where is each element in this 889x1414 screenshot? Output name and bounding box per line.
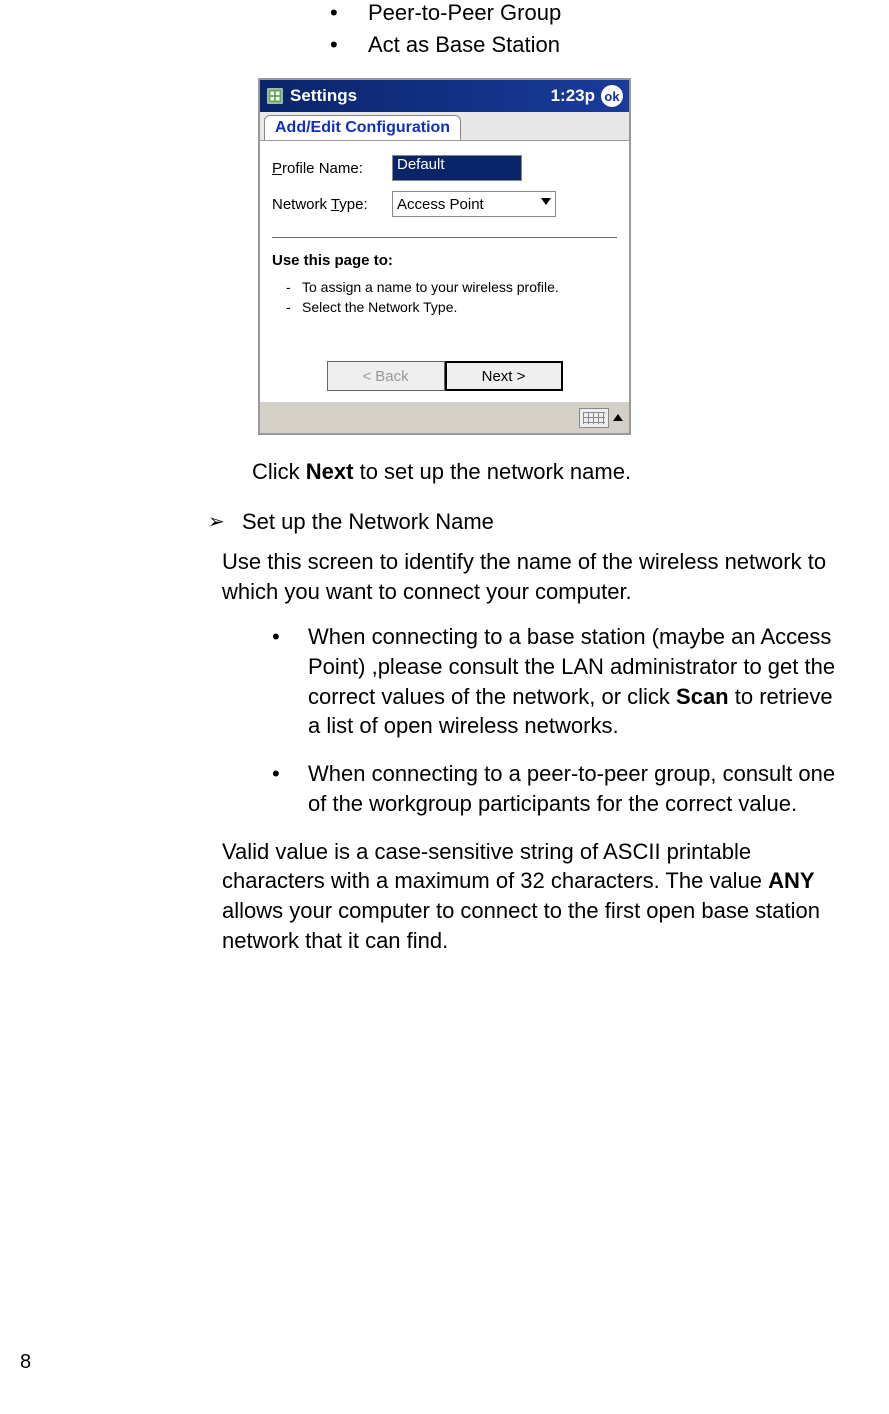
bullet-dot-icon: •	[272, 759, 308, 818]
bullet-dot-icon: •	[330, 32, 368, 58]
embedded-screenshot: Settings 1:23p ok Add/Edit Configuration…	[258, 78, 631, 435]
help-item: -Select the Network Type.	[286, 299, 617, 315]
body-paragraph: Use this screen to identify the name of …	[222, 547, 849, 606]
next-button[interactable]: Next >	[445, 361, 563, 391]
help-item: -To assign a name to your wireless profi…	[286, 279, 617, 295]
top-bullet-text-2: Act as Base Station	[368, 32, 560, 58]
clock-text: 1:23p	[551, 86, 595, 106]
top-bullet-item: • Act as Base Station	[330, 32, 849, 58]
top-bullet-text-1: Peer-to-Peer Group	[368, 0, 561, 26]
network-type-value: Access Point	[397, 196, 484, 213]
chevron-down-icon	[541, 198, 551, 205]
keyboard-icon[interactable]	[579, 408, 609, 428]
arrow-bullet-icon: ➢	[208, 509, 242, 535]
bullet-dot-icon: •	[330, 0, 368, 26]
body-paragraph: Valid value is a case-sensitive string o…	[222, 837, 849, 956]
help-heading: Use this page to:	[272, 252, 617, 269]
network-type-select[interactable]: Access Point	[392, 191, 556, 217]
section-heading: Set up the Network Name	[242, 509, 494, 535]
top-bullet-item: • Peer-to-Peer Group	[330, 0, 849, 26]
window-title: Settings	[290, 86, 357, 106]
tab-add-edit-configuration[interactable]: Add/Edit Configuration	[264, 115, 461, 140]
tab-bar: Add/Edit Configuration	[260, 112, 629, 141]
settings-icon	[266, 87, 284, 105]
bullet-dot-icon: •	[272, 622, 308, 741]
input-panel-bar	[260, 401, 629, 433]
body-bullet: • When connecting to a peer-to-peer grou…	[272, 759, 849, 818]
back-button: < Back	[327, 361, 445, 391]
screenshot-caption: Click Next to set up the network name.	[252, 459, 849, 485]
chevron-up-icon[interactable]	[613, 414, 623, 421]
divider	[272, 237, 617, 238]
body-bullet: • When connecting to a base station (may…	[272, 622, 849, 741]
page-number: 8	[20, 1351, 31, 1374]
profile-name-label: Profile Name:	[272, 160, 392, 177]
network-type-label: Network Type:	[272, 196, 392, 213]
window-titlebar: Settings 1:23p ok	[260, 80, 629, 112]
ok-button[interactable]: ok	[601, 85, 623, 107]
profile-name-input[interactable]: Default	[392, 155, 522, 181]
